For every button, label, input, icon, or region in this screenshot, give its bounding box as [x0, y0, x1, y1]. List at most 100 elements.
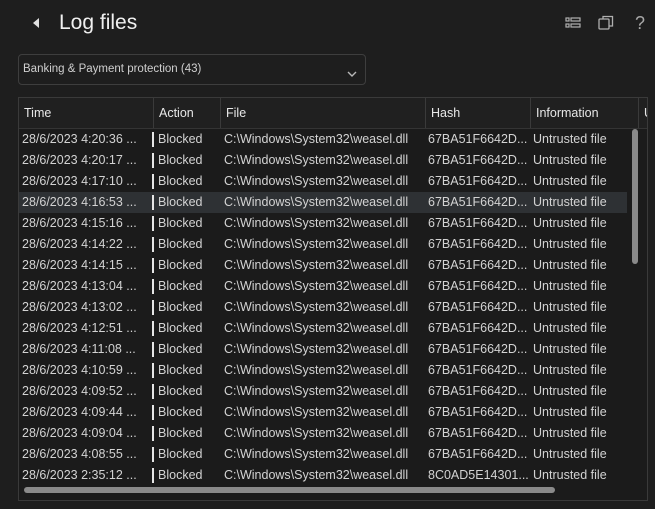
cell-hash: 67BA51F6642D...	[428, 363, 528, 377]
table-header: Time Action File Hash Information U	[19, 98, 647, 129]
cell-information: Untrusted file	[533, 174, 607, 188]
column-header-hash[interactable]: Hash	[426, 98, 531, 128]
back-arrow-icon[interactable]	[28, 14, 46, 32]
cell-file: C:\Windows\System32\weasel.dll	[224, 153, 409, 167]
cell-hash: 67BA51F6642D...	[428, 258, 528, 272]
cell-information: Untrusted file	[533, 426, 607, 440]
table-row[interactable]: 28/6/2023 4:09:04 ... Blocked C:\Windows\S…	[19, 423, 627, 444]
cell-file: C:\Windows\System32\weasel.dll	[224, 258, 409, 272]
cell-file: C:\Windows\System32\weasel.dll	[224, 468, 409, 482]
cell-hash: 67BA51F6642D...	[428, 237, 528, 251]
cell-time: 28/6/2023 4:14:15 ...	[22, 258, 137, 272]
cell-file: C:\Windows\System32\weasel.dll	[224, 447, 409, 461]
cell-information: Untrusted file	[533, 321, 607, 335]
table-row[interactable]: 28/6/2023 4:16:53 ... Blocked C:\Windows\S…	[19, 192, 627, 213]
cell-action: Blocked	[158, 447, 203, 461]
cell-time: 28/6/2023 4:13:02 ...	[22, 300, 137, 314]
cell-hash: 8C0AD5E14301...	[428, 468, 529, 482]
cell-hash: 67BA51F6642D...	[428, 132, 528, 146]
table-row[interactable]: 28/6/2023 4:17:10 ... Blocked C:\Windows\S…	[19, 171, 627, 192]
cell-time: 28/6/2023 4:09:52 ...	[22, 384, 137, 398]
page-title: Log files	[59, 11, 138, 34]
cell-file: C:\Windows\System32\weasel.dll	[224, 237, 409, 251]
cell-file: C:\Windows\System32\weasel.dll	[224, 342, 409, 356]
cell-information: Untrusted file	[533, 132, 607, 146]
cell-hash: 67BA51F6642D...	[428, 195, 528, 209]
cell-information: Untrusted file	[533, 195, 607, 209]
help-icon[interactable]: ?	[630, 13, 650, 33]
cell-action: Blocked	[158, 384, 203, 398]
cell-file: C:\Windows\System32\weasel.dll	[224, 174, 409, 188]
cell-time: 28/6/2023 4:13:04 ...	[22, 279, 137, 293]
cell-hash: 67BA51F6642D...	[428, 447, 528, 461]
cell-time: 28/6/2023 4:20:17 ...	[22, 153, 137, 167]
cell-action: Blocked	[158, 279, 203, 293]
cell-hash: 67BA51F6642D...	[428, 153, 528, 167]
cell-time: 28/6/2023 4:17:10 ...	[22, 174, 137, 188]
cell-file: C:\Windows\System32\weasel.dll	[224, 216, 409, 230]
cell-information: Untrusted file	[533, 405, 607, 419]
cell-action: Blocked	[158, 342, 203, 356]
table-row[interactable]: 28/6/2023 4:14:22 ... Blocked C:\Windows\S…	[19, 234, 627, 255]
table-row[interactable]: 28/6/2023 4:10:59 ... Blocked C:\Windows\S…	[19, 360, 627, 381]
cell-information: Untrusted file	[533, 216, 607, 230]
cell-file: C:\Windows\System32\weasel.dll	[224, 405, 409, 419]
cell-information: Untrusted file	[533, 447, 607, 461]
cell-file: C:\Windows\System32\weasel.dll	[224, 195, 409, 209]
cell-time: 28/6/2023 4:16:53 ...	[22, 195, 137, 209]
cell-information: Untrusted file	[533, 468, 607, 482]
page-header: Log files ?	[0, 0, 655, 48]
table-row[interactable]: 28/6/2023 4:13:04 ... Blocked C:\Windows\S…	[19, 276, 627, 297]
cell-file: C:\Windows\System32\weasel.dll	[224, 321, 409, 335]
table-row[interactable]: 28/6/2023 2:35:12 ... Blocked C:\Windows\S…	[19, 465, 627, 486]
cell-hash: 67BA51F6642D...	[428, 384, 528, 398]
column-header-file[interactable]: File	[221, 98, 426, 128]
cell-action: Blocked	[158, 132, 203, 146]
cell-action: Blocked	[158, 195, 203, 209]
cell-hash: 67BA51F6642D...	[428, 426, 528, 440]
cell-information: Untrusted file	[533, 384, 607, 398]
cell-action: Blocked	[158, 405, 203, 419]
horizontal-scrollbar-thumb[interactable]	[24, 487, 555, 493]
table-row[interactable]: 28/6/2023 4:08:55 ... Blocked C:\Windows\S…	[19, 444, 627, 465]
cell-file: C:\Windows\System32\weasel.dll	[224, 279, 409, 293]
cell-time: 28/6/2023 4:10:59 ...	[22, 363, 137, 377]
column-header-action[interactable]: Action	[154, 98, 221, 128]
cell-hash: 67BA51F6642D...	[428, 342, 528, 356]
filter-dropdown[interactable]: Banking & Payment protection (43)	[18, 54, 366, 85]
cell-information: Untrusted file	[533, 363, 607, 377]
cell-time: 28/6/2023 4:11:08 ...	[22, 342, 136, 356]
table-row[interactable]: 28/6/2023 4:20:36 ... Blocked C:\Windows\S…	[19, 129, 627, 150]
table-row[interactable]: 28/6/2023 4:15:16 ... Blocked C:\Windows\S…	[19, 213, 627, 234]
table-row[interactable]: 28/6/2023 4:09:44 ... Blocked C:\Windows\S…	[19, 402, 627, 423]
table-row[interactable]: 28/6/2023 4:20:17 ... Blocked C:\Windows\S…	[19, 150, 627, 171]
column-header-time[interactable]: Time	[19, 98, 154, 128]
cell-action: Blocked	[158, 300, 203, 314]
table-row[interactable]: 28/6/2023 4:13:02 ... Blocked C:\Windows\S…	[19, 297, 627, 318]
table-row[interactable]: 28/6/2023 4:14:15 ... Blocked C:\Windows\S…	[19, 255, 627, 276]
popout-window-icon[interactable]	[596, 13, 616, 33]
cell-hash: 67BA51F6642D...	[428, 216, 528, 230]
cell-time: 28/6/2023 4:09:04 ...	[22, 426, 137, 440]
cell-action: Blocked	[158, 321, 203, 335]
vertical-scrollbar-thumb[interactable]	[632, 129, 638, 264]
list-view-icon[interactable]	[563, 13, 583, 33]
table-row[interactable]: 28/6/2023 4:11:08 ... Blocked C:\Windows\S…	[19, 339, 627, 360]
column-header-information[interactable]: Information	[531, 98, 639, 128]
table-row[interactable]: 28/6/2023 4:12:51 ... Blocked C:\Windows\S…	[19, 318, 627, 339]
table-row[interactable]: 28/6/2023 4:09:52 ... Blocked C:\Windows\S…	[19, 381, 627, 402]
cell-action: Blocked	[158, 363, 203, 377]
cell-hash: 67BA51F6642D...	[428, 279, 528, 293]
cell-action: Blocked	[158, 174, 203, 188]
cell-time: 28/6/2023 4:09:44 ...	[22, 405, 137, 419]
cell-action: Blocked	[158, 237, 203, 251]
cell-time: 28/6/2023 4:12:51 ...	[22, 321, 137, 335]
filter-dropdown-value: Banking & Payment protection (43)	[23, 63, 202, 75]
cell-hash: 67BA51F6642D...	[428, 405, 528, 419]
cell-information: Untrusted file	[533, 342, 607, 356]
cell-file: C:\Windows\System32\weasel.dll	[224, 300, 409, 314]
cell-time: 28/6/2023 4:20:36 ...	[22, 132, 137, 146]
column-header-u[interactable]: U	[639, 98, 647, 128]
cell-information: Untrusted file	[533, 258, 607, 272]
cell-time: 28/6/2023 2:35:12 ...	[22, 468, 137, 482]
